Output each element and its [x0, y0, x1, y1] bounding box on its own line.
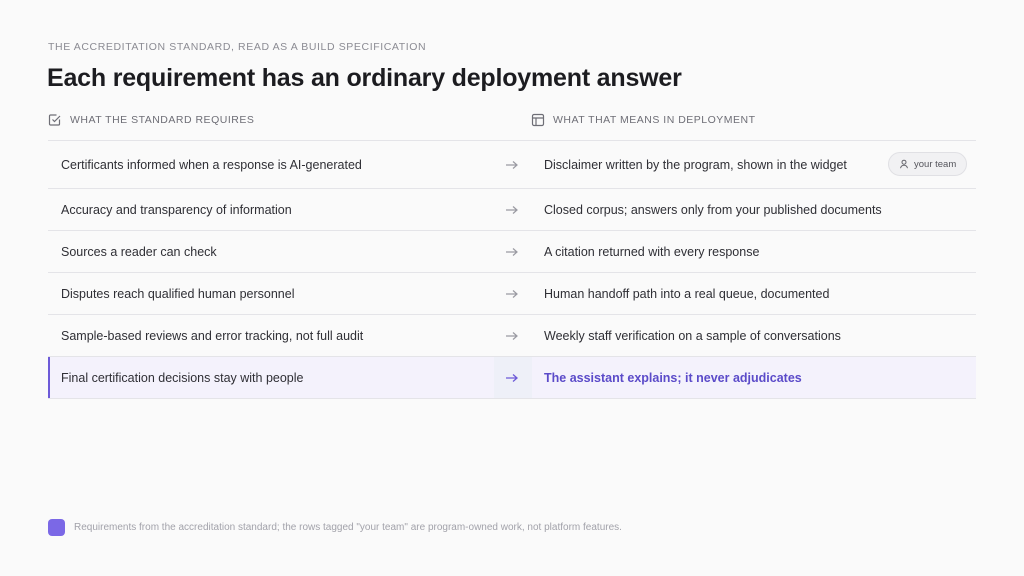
answer-text: Weekly staff verification on a sample of…	[544, 328, 841, 343]
requirements-table: Certificants informed when a response is…	[48, 140, 976, 399]
answer-text: A citation returned with every response	[544, 244, 760, 259]
arrow-right-icon	[506, 205, 518, 214]
requirement-text: Final certification decisions stay with …	[61, 370, 304, 385]
user-icon	[900, 159, 908, 169]
answer-text: Closed corpus; answers only from your pu…	[544, 202, 882, 217]
owner-tag: your team	[888, 152, 968, 176]
column-header-requirements: WHAT THE STANDARD REQUIRES	[48, 112, 254, 128]
eyebrow: THE ACCREDITATION STANDARD, READ AS A BU…	[48, 41, 427, 53]
requirement-text: Certificants informed when a response is…	[61, 157, 362, 172]
table-row: Sample-based reviews and error tracking,…	[48, 315, 976, 357]
table-row-highlighted: Final certification decisions stay with …	[48, 357, 976, 399]
legend-swatch	[48, 519, 65, 536]
column-header-label: WHAT THAT MEANS IN DEPLOYMENT	[553, 114, 756, 126]
table-row: Certificants informed when a response is…	[48, 141, 976, 189]
answer-text: Human handoff path into a real queue, do…	[544, 286, 830, 301]
footer-text: Requirements from the accreditation stan…	[74, 522, 622, 533]
arrow-right-icon	[506, 160, 518, 169]
requirement-text: Sample-based reviews and error tracking,…	[61, 328, 364, 343]
arrow-right-icon	[506, 331, 518, 340]
requirement-text: Disputes reach qualified human personnel	[61, 286, 295, 301]
arrow-right-icon	[506, 373, 518, 382]
column-header-label: WHAT THE STANDARD REQUIRES	[70, 114, 255, 126]
arrow-right-icon	[506, 289, 518, 298]
answer-text: The assistant explains; it never adjudic…	[544, 370, 802, 385]
answer-text: Disclaimer written by the program, shown…	[544, 157, 847, 172]
owner-tag-label: your team	[914, 158, 957, 170]
requirement-text: Accuracy and transparency of information	[61, 202, 292, 217]
page-title: Each requirement has an ordinary deploym…	[47, 64, 682, 92]
table-row: Sources a reader can check A citation re…	[48, 231, 976, 273]
requirement-text: Sources a reader can check	[61, 244, 217, 259]
checkbox-icon	[48, 113, 62, 127]
column-header-deployment: WHAT THAT MEANS IN DEPLOYMENT	[531, 112, 756, 128]
table-row: Accuracy and transparency of information…	[48, 189, 976, 231]
table-row: Disputes reach qualified human personnel…	[48, 273, 976, 315]
layout-icon	[531, 113, 545, 127]
footer-note: Requirements from the accreditation stan…	[48, 519, 622, 536]
arrow-right-icon	[506, 247, 518, 256]
